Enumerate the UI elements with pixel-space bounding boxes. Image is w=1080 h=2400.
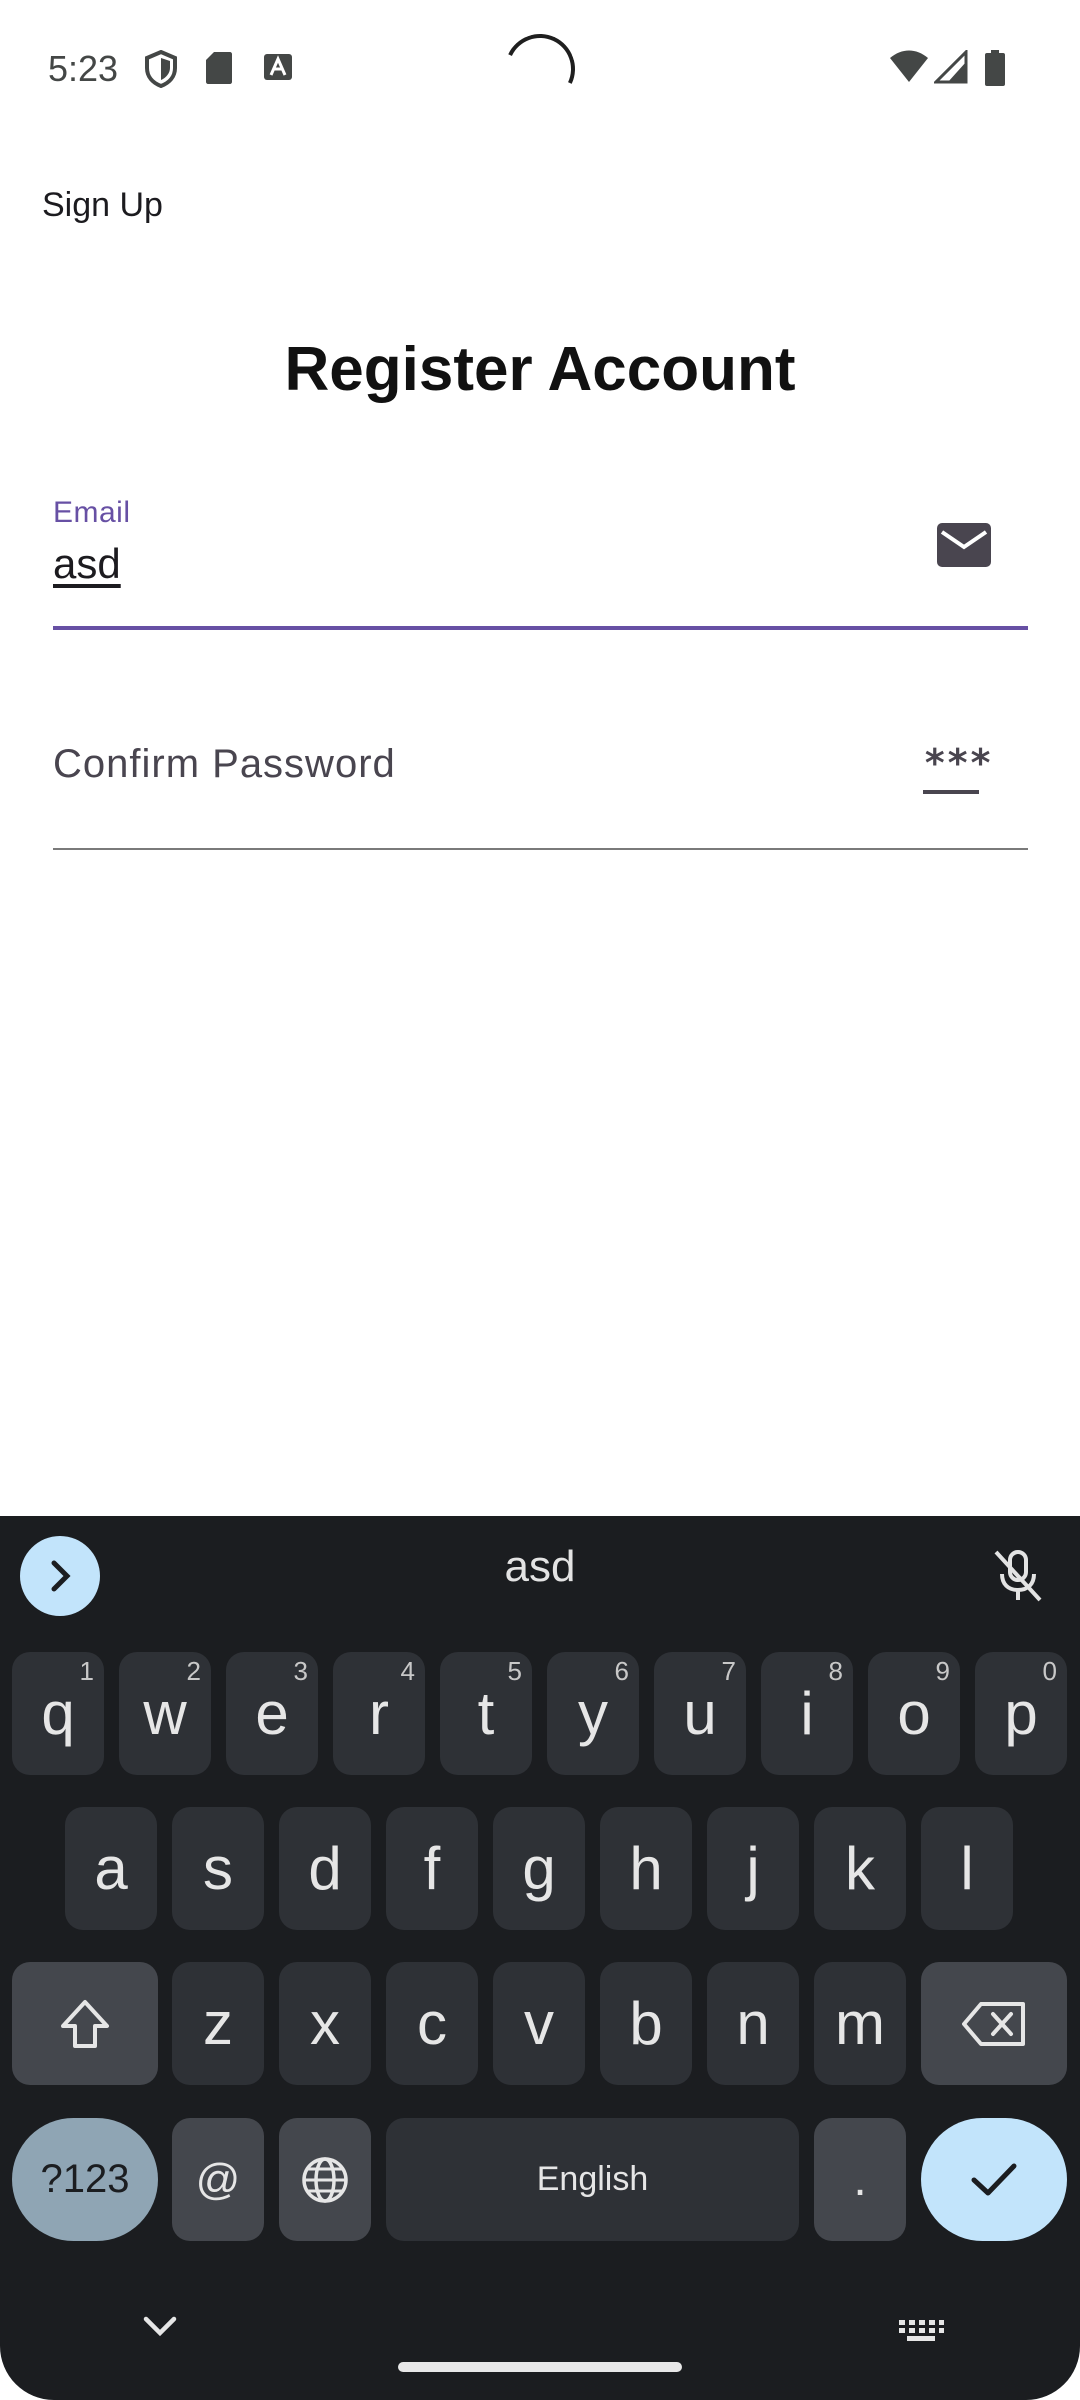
- key-hint: 6: [614, 1656, 629, 1686]
- checkmark-icon: [971, 2163, 1017, 2195]
- wifi-icon: [890, 50, 928, 82]
- confirm-password-field[interactable]: Confirm Password ***: [53, 700, 1028, 850]
- confirm-password-label: Confirm Password: [53, 742, 396, 786]
- key-m[interactable]: m: [814, 1962, 906, 2085]
- key-hint: 8: [828, 1656, 843, 1686]
- key-hint: 1: [79, 1656, 94, 1686]
- key-label: r: [369, 1680, 389, 1747]
- at-key[interactable]: @: [172, 2118, 264, 2241]
- key-s[interactable]: s: [172, 1807, 264, 1930]
- key-t[interactable]: t5: [440, 1652, 532, 1775]
- key-n[interactable]: n: [707, 1962, 799, 2085]
- camera-cutout: [495, 24, 585, 114]
- email-label: Email: [53, 496, 131, 529]
- key-p[interactable]: p0: [975, 1652, 1067, 1775]
- mic-off-icon[interactable]: [988, 1546, 1048, 1606]
- key-i[interactable]: i8: [761, 1652, 853, 1775]
- key-label: u: [683, 1680, 717, 1747]
- key-z[interactable]: z: [172, 1962, 264, 2085]
- key-y[interactable]: y6: [547, 1652, 639, 1775]
- key-label: o: [897, 1680, 931, 1747]
- key-e[interactable]: e3: [226, 1652, 318, 1775]
- key-o[interactable]: o9: [868, 1652, 960, 1775]
- mail-icon: [937, 523, 991, 567]
- backspace-key[interactable]: [921, 1962, 1067, 2085]
- key-hint: 0: [1042, 1656, 1057, 1686]
- chevron-down-icon[interactable]: [140, 2313, 180, 2339]
- key-u[interactable]: u7: [654, 1652, 746, 1775]
- home-indicator[interactable]: [398, 2362, 682, 2372]
- key-v[interactable]: v: [493, 1962, 585, 2085]
- key-label: e: [255, 1680, 289, 1747]
- password-icon-glyph: ***: [923, 741, 992, 785]
- sd-card-icon: [206, 52, 232, 84]
- key-label: y: [578, 1680, 608, 1747]
- space-bar[interactable]: English: [386, 2118, 799, 2241]
- page-title: Register Account: [284, 335, 796, 404]
- period-key[interactable]: .: [814, 2118, 906, 2241]
- app-bar-title: Sign Up: [42, 186, 163, 224]
- key-label: p: [1004, 1680, 1038, 1747]
- password-icon: ***: [923, 744, 992, 794]
- language-key[interactable]: [279, 2118, 371, 2241]
- shift-arrow-icon: [61, 1999, 109, 2048]
- keyboard-switch-icon[interactable]: [897, 2318, 945, 2342]
- key-g[interactable]: g: [493, 1807, 585, 1930]
- key-b[interactable]: b: [600, 1962, 692, 2085]
- symbols-key[interactable]: ?123: [12, 2118, 158, 2241]
- backspace-icon: [962, 2001, 1025, 2046]
- key-label: w: [143, 1680, 187, 1747]
- key-r[interactable]: r4: [333, 1652, 425, 1775]
- key-hint: 9: [935, 1656, 950, 1686]
- password-icon-line: [923, 790, 980, 794]
- key-hint: 3: [293, 1656, 308, 1686]
- key-hint: 7: [721, 1656, 736, 1686]
- cell-signal-icon: [934, 50, 968, 84]
- key-label: q: [41, 1680, 75, 1747]
- key-f[interactable]: f: [386, 1807, 478, 1930]
- key-h[interactable]: h: [600, 1807, 692, 1930]
- key-a[interactable]: a: [65, 1807, 157, 1930]
- key-j[interactable]: j: [707, 1807, 799, 1930]
- email-input[interactable]: asd: [53, 540, 121, 588]
- key-l[interactable]: l: [921, 1807, 1013, 1930]
- key-d[interactable]: d: [279, 1807, 371, 1930]
- key-hint: 5: [507, 1656, 522, 1686]
- shield-icon: [145, 50, 177, 88]
- enter-key[interactable]: [921, 2118, 1067, 2241]
- status-time: 5:23: [48, 48, 119, 89]
- key-label: t: [477, 1680, 495, 1747]
- key-k[interactable]: k: [814, 1807, 906, 1930]
- key-c[interactable]: c: [386, 1962, 478, 2085]
- font-a-icon: [264, 54, 292, 80]
- status-bar: 5:23: [0, 0, 1080, 136]
- suggestion-text[interactable]: asd: [0, 1542, 1080, 1592]
- email-field[interactable]: Email asd: [53, 490, 1028, 630]
- key-x[interactable]: x: [279, 1962, 371, 2085]
- key-label: i: [800, 1680, 814, 1747]
- shift-key[interactable]: [12, 1962, 158, 2085]
- globe-icon: [302, 2156, 348, 2203]
- soft-keyboard: asd q1 w2 e3 r4 t5 y6 u7 i8 o9 p0 a s d …: [0, 1516, 1080, 2400]
- key-hint: 4: [400, 1656, 415, 1686]
- battery-icon: [985, 50, 1005, 86]
- key-w[interactable]: w2: [119, 1652, 211, 1775]
- key-q[interactable]: q1: [12, 1652, 104, 1775]
- key-hint: 2: [186, 1656, 201, 1686]
